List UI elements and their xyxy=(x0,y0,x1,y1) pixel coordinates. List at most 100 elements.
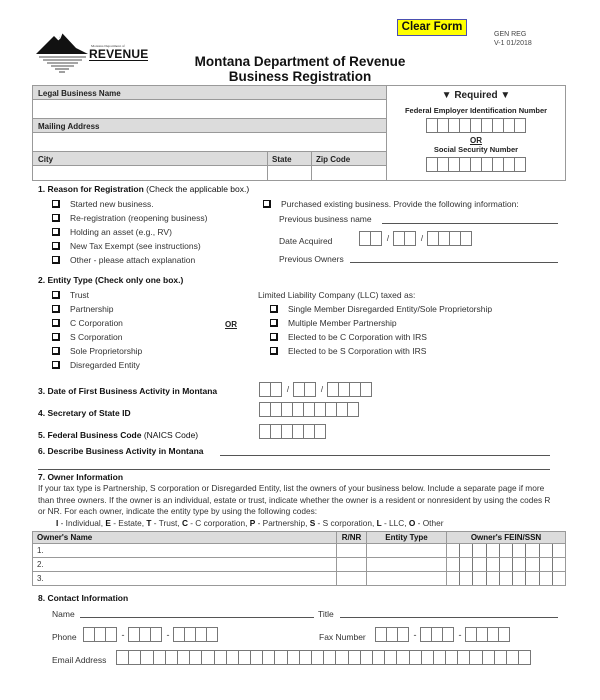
char-box[interactable] xyxy=(447,544,459,557)
entity-type-cell[interactable] xyxy=(366,571,447,586)
prev-business-name-input[interactable] xyxy=(382,223,558,224)
clear-form-button[interactable]: Clear Form xyxy=(397,19,467,36)
checkbox-option[interactable]: Disregarded Entity xyxy=(52,358,142,372)
checkbox[interactable] xyxy=(52,256,60,264)
checkbox-option[interactable]: Elected to be C Corporation with IRS xyxy=(270,330,492,344)
fein-ssn-boxes[interactable] xyxy=(447,558,565,571)
rnr-cell[interactable] xyxy=(336,571,367,586)
checkbox[interactable] xyxy=(270,305,278,313)
month-boxes[interactable] xyxy=(359,231,382,246)
char-box[interactable] xyxy=(485,572,499,585)
rnr-cell[interactable] xyxy=(336,543,367,558)
month-boxes[interactable] xyxy=(259,382,282,397)
char-box[interactable] xyxy=(498,558,512,571)
business-activity-input-line1[interactable] xyxy=(220,455,550,456)
char-box[interactable] xyxy=(459,558,472,571)
fein-ssn-boxes[interactable] xyxy=(447,544,565,557)
contact-name-input[interactable] xyxy=(80,617,314,618)
char-box[interactable] xyxy=(498,572,512,585)
checkbox-option[interactable]: Holding an asset (e.g., RV) xyxy=(52,225,208,239)
line-number-boxes[interactable] xyxy=(465,627,510,642)
char-box[interactable] xyxy=(447,572,459,585)
checkbox[interactable] xyxy=(270,347,278,355)
day-boxes[interactable] xyxy=(293,382,316,397)
year-boxes[interactable] xyxy=(427,231,472,246)
checkbox[interactable] xyxy=(270,319,278,327)
email-input[interactable] xyxy=(116,650,532,665)
char-box[interactable] xyxy=(525,544,538,557)
business-activity-input-line2[interactable] xyxy=(38,469,550,470)
city-input[interactable] xyxy=(33,166,267,180)
checkbox-option[interactable]: Sole Proprietorship xyxy=(52,344,142,358)
checkbox-option[interactable]: S Corporation xyxy=(52,330,142,344)
date-acquired-input[interactable]: / / xyxy=(359,231,472,246)
sos-id-input[interactable] xyxy=(259,402,359,417)
owner-name-cell[interactable]: 2. xyxy=(32,557,337,572)
prev-owners-input[interactable] xyxy=(350,262,558,263)
checkbox-option[interactable]: C Corporation xyxy=(52,316,142,330)
entity-type-cell[interactable] xyxy=(366,557,447,572)
checkbox-option[interactable]: New Tax Exempt (see instructions) xyxy=(52,239,208,253)
fein-ssn-boxes[interactable] xyxy=(447,572,565,585)
phone-input[interactable]: - - xyxy=(83,627,218,642)
state-input[interactable] xyxy=(267,166,311,180)
char-box[interactable] xyxy=(525,558,538,571)
char-box[interactable] xyxy=(518,650,532,665)
checkbox[interactable] xyxy=(270,333,278,341)
rnr-cell[interactable] xyxy=(336,557,367,572)
char-box[interactable] xyxy=(538,558,552,571)
char-box[interactable] xyxy=(513,118,526,133)
legal-name-input[interactable] xyxy=(33,100,386,119)
first-activity-date-input[interactable]: / / xyxy=(259,382,372,397)
char-box[interactable] xyxy=(472,544,485,557)
contact-title-input[interactable] xyxy=(340,617,558,618)
checkbox[interactable] xyxy=(52,319,60,327)
checkbox-option[interactable]: Single Member Disregarded Entity/Sole Pr… xyxy=(270,302,492,316)
char-box[interactable] xyxy=(525,572,538,585)
owner-name-cell[interactable]: 3. xyxy=(32,571,337,586)
checkbox[interactable] xyxy=(52,214,60,222)
fax-input[interactable]: - - xyxy=(375,627,510,642)
char-box[interactable] xyxy=(485,558,499,571)
checkbox-option[interactable]: Started new business. xyxy=(52,197,208,211)
char-box[interactable] xyxy=(538,572,552,585)
checkbox-option[interactable]: Re-registration (reopening business) xyxy=(52,211,208,225)
ssn-input[interactable] xyxy=(425,157,526,172)
purchased-option[interactable]: Purchased existing business. Provide the… xyxy=(263,197,519,211)
naics-code-input[interactable] xyxy=(259,424,326,439)
checkbox[interactable] xyxy=(52,333,60,341)
char-box[interactable] xyxy=(314,424,326,439)
char-box[interactable] xyxy=(512,572,525,585)
area-code-boxes[interactable] xyxy=(375,627,409,642)
area-code-boxes[interactable] xyxy=(83,627,117,642)
char-box[interactable] xyxy=(472,572,485,585)
fein-ssn-cell[interactable] xyxy=(446,543,566,558)
checkbox[interactable] xyxy=(263,200,271,208)
fein-input[interactable] xyxy=(425,118,526,133)
zip-input[interactable] xyxy=(311,166,386,180)
day-boxes[interactable] xyxy=(393,231,416,246)
char-box[interactable] xyxy=(551,544,565,557)
char-box[interactable] xyxy=(498,544,512,557)
year-boxes[interactable] xyxy=(327,382,372,397)
char-box[interactable] xyxy=(551,558,565,571)
char-box[interactable] xyxy=(551,572,565,585)
entity-type-cell[interactable] xyxy=(366,543,447,558)
checkbox-option[interactable]: Partnership xyxy=(52,302,142,316)
char-box[interactable] xyxy=(347,402,359,417)
fein-ssn-cell[interactable] xyxy=(446,571,566,586)
checkbox[interactable] xyxy=(52,228,60,236)
char-box[interactable] xyxy=(472,558,485,571)
char-box[interactable] xyxy=(485,544,499,557)
checkbox[interactable] xyxy=(52,361,60,369)
mailing-address-input[interactable] xyxy=(33,133,386,152)
char-box[interactable] xyxy=(513,157,526,172)
checkbox[interactable] xyxy=(52,305,60,313)
checkbox[interactable] xyxy=(52,347,60,355)
line-number-boxes[interactable] xyxy=(173,627,218,642)
prefix-boxes[interactable] xyxy=(420,627,454,642)
checkbox-option[interactable]: Trust xyxy=(52,288,142,302)
checkbox[interactable] xyxy=(52,200,60,208)
owner-name-cell[interactable]: 1. xyxy=(32,543,337,558)
checkbox-option[interactable]: Elected to be S Corporation with IRS xyxy=(270,344,492,358)
